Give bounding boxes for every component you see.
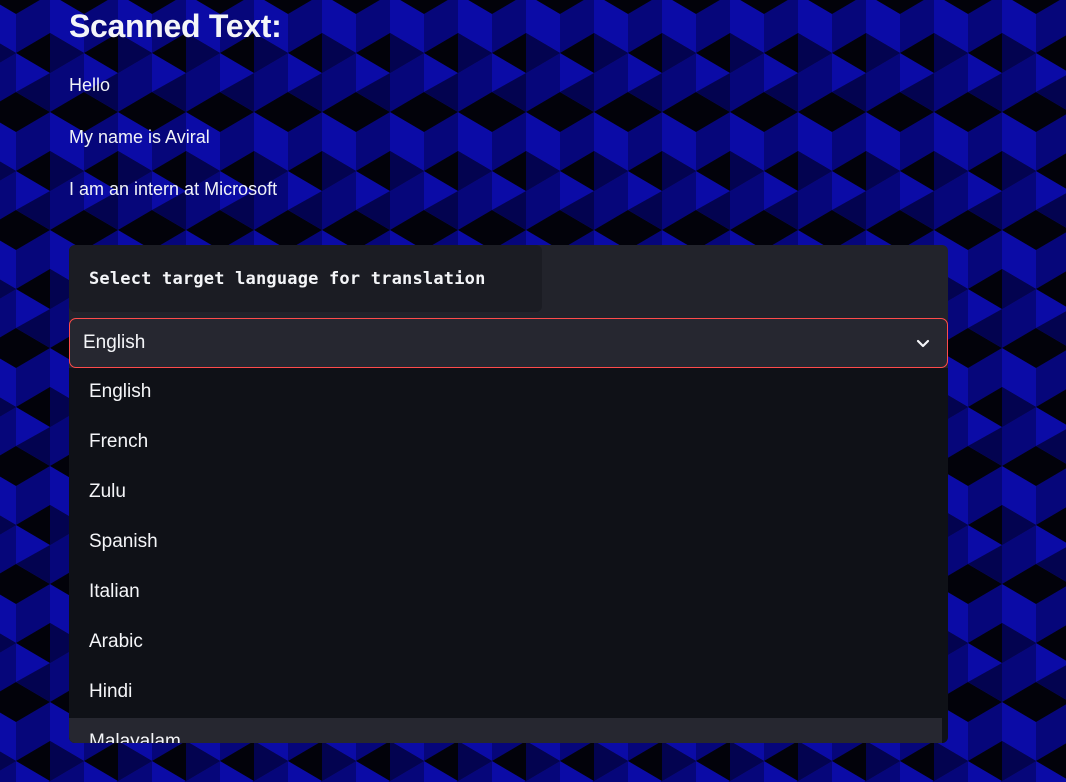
option-label: Spanish xyxy=(89,531,158,552)
language-dropdown-menu: English French Zulu Spanish Italian Arab… xyxy=(69,368,948,743)
app-main: Scanned Text: Hello My name is Aviral I … xyxy=(0,0,1066,782)
option-arabic[interactable]: Arabic xyxy=(69,618,942,668)
chevron-down-icon xyxy=(916,339,930,348)
option-label: French xyxy=(89,431,149,452)
option-zulu[interactable]: Zulu xyxy=(69,468,942,518)
option-label: Arabic xyxy=(89,631,143,652)
translation-select-panel: Select target language for translation E… xyxy=(69,245,948,743)
scanned-text-heading: Scanned Text: xyxy=(69,8,282,44)
scanned-line-1: Hello xyxy=(69,75,111,95)
option-hindi[interactable]: Hindi xyxy=(69,668,942,718)
option-english[interactable]: English xyxy=(69,368,942,418)
option-label: Hindi xyxy=(89,681,133,702)
option-italian[interactable]: Italian xyxy=(69,568,942,618)
select-label: Select target language for translation xyxy=(89,269,486,289)
option-malayalam[interactable]: Malayalam xyxy=(69,718,942,743)
option-label: Zulu xyxy=(89,481,126,502)
option-label: Malayalam xyxy=(89,731,181,743)
scanned-line-2: My name is Aviral xyxy=(69,127,210,147)
option-spanish[interactable]: Spanish xyxy=(69,518,942,568)
scanned-line-3: I am an intern at Microsoft xyxy=(69,179,278,199)
language-select-value: English xyxy=(83,332,146,353)
select-label-container: Select target language for translation xyxy=(69,245,542,312)
option-label: English xyxy=(89,381,152,402)
option-french[interactable]: French xyxy=(69,418,942,468)
option-label: Italian xyxy=(89,581,140,602)
language-select[interactable]: English xyxy=(69,318,948,368)
